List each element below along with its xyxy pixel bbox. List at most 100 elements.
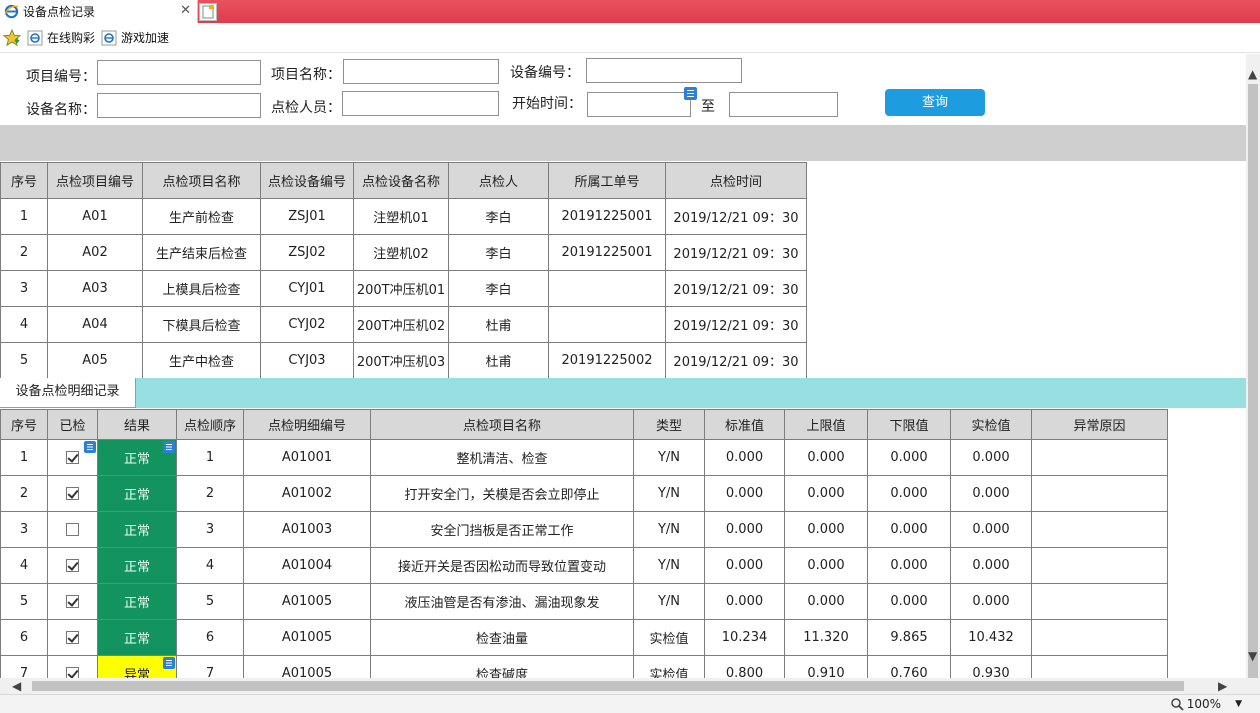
table-cell: 2019/12/21 09：30 [665, 234, 807, 271]
calendar-icon[interactable] [684, 87, 697, 100]
start-time-label: 开始时间： [512, 96, 582, 112]
favorites-bar: 在线购彩 游戏加速 [0, 23, 1260, 53]
table-row[interactable]: 5 A05 生产中检查 CYJ03 200T冲压机03 杜甫 20191225002 2019… [0, 342, 807, 379]
favorite-label: 在线购彩 [47, 31, 96, 45]
table-row[interactable]: 1 A01 生产前检查 ZSJ01 注塑机01 李白 20191225001 2019/12/… [0, 198, 807, 235]
table-cell: A03 [47, 270, 143, 307]
scroll-up-icon[interactable]: ▲ [1248, 68, 1257, 80]
checkbox-checked[interactable] [66, 451, 79, 464]
column-header: 点检设备名称 [353, 162, 449, 199]
table-row[interactable]: 1 正常 1 A01001 整机清洁、检查 Y/N 0.000 0.000 0.000 0.000 [0, 439, 1168, 476]
table-row[interactable]: 4 正常 4 A01004 接近开关是否因松动而导致位置变动 Y/N 0.000 0.000 0… [0, 547, 1168, 584]
table-row[interactable]: 3 正常 3 A01003 安全门挡板是否正常工作 Y/N 0.000 0.000 0.000 0… [0, 511, 1168, 548]
table-row[interactable]: 7 异常 7 A01005 检查碱度 实检值 0.800 0.910 0.760 0.930 [0, 655, 1168, 678]
favorite-item-lottery[interactable]: 在线购彩 [27, 29, 95, 46]
table-row[interactable]: 6 正常 6 A01005 检查油量 实检值 10.234 11.320 9.865 10.432 [0, 619, 1168, 656]
project-code-label: 项目编号： [26, 69, 96, 85]
scroll-down-icon[interactable]: ▼ [1248, 650, 1257, 662]
table-cell: 2019/12/21 09：30 [665, 306, 807, 343]
checked-cell [47, 475, 98, 512]
column-header: 上限值 [784, 409, 868, 440]
table-header-row: 序号 已检 结果 点检顺序 点检明细编号 点检项目名称 类型 标准值 上限值 下限值 实检值 异常原因 [0, 409, 1168, 440]
table-cell: 20191225001 [548, 234, 666, 271]
table-cell: CYJ01 [260, 270, 354, 307]
zoom-dropdown-icon[interactable]: ▼ [1235, 699, 1242, 709]
table-row[interactable]: 4 A04 下模具后检查 CYJ02 200T冲压机02 杜甫 2019/12/21 09：… [0, 306, 807, 343]
tab-inspection-detail[interactable]: 设备点检明细记录 [0, 378, 136, 408]
result-text: 正常 [123, 452, 150, 467]
table-cell: 4 [176, 547, 244, 584]
table-header-row: 序号 点检项目编号 点检项目名称 点检设备编号 点检设备名称 点检人 所属工单号 点检时间 [0, 162, 807, 199]
table-cell: 9.865 [867, 619, 951, 656]
start-time-input[interactable] [587, 92, 691, 117]
page-content: 项目编号： 项目名称： 设备编号： 设备名称： 点检人员： 开始时间： 至 查询… [0, 54, 1246, 678]
table-cell: 李白 [448, 198, 549, 235]
column-header: 所属工单号 [548, 162, 666, 199]
table-cell: ZSJ01 [260, 198, 354, 235]
close-tab-icon[interactable]: ✕ [180, 3, 191, 18]
device-name-label: 设备名称： [26, 102, 96, 118]
table-row[interactable]: 5 正常 5 A01005 液压油管是否有渗油、漏油现象发 Y/N 0.000 0.000 0.… [0, 583, 1168, 620]
table-cell: A01005 [243, 655, 371, 678]
column-header: 序号 [0, 409, 48, 440]
table-cell [1031, 439, 1168, 476]
end-time-input[interactable] [729, 92, 838, 117]
ie-icon [4, 4, 19, 19]
table-cell: Y/N [633, 583, 705, 620]
table-cell [1031, 655, 1168, 678]
scroll-left-icon[interactable]: ◀ [12, 680, 21, 692]
table-cell: 5 [0, 583, 48, 620]
scroll-right-icon[interactable]: ▶ [1218, 680, 1227, 692]
checked-cell [47, 439, 98, 476]
inspection-record-table: 序号 点检项目编号 点检项目名称 点检设备编号 点检设备名称 点检人 所属工单号 点检时间 1… [0, 162, 807, 379]
zoom-control[interactable]: 100% ▼ [1170, 697, 1242, 711]
vertical-scrollbar[interactable]: ▲ ▼ [1246, 54, 1260, 684]
table-cell: 0.800 [704, 655, 785, 678]
browser-tab-active[interactable]: 设备点检记录 ✕ [0, 0, 198, 23]
list-edit-icon[interactable] [163, 441, 175, 453]
project-name-input[interactable] [343, 59, 499, 84]
table-cell [1031, 583, 1168, 620]
table-cell: 打开安全门，关模是否会立即停止 [370, 475, 634, 512]
result-text: 正常 [123, 632, 150, 647]
project-code-input[interactable] [97, 60, 261, 85]
horizontal-scroll-thumb[interactable] [32, 681, 1184, 691]
table-cell: A04 [47, 306, 143, 343]
list-edit-icon[interactable] [84, 441, 96, 453]
table-cell: Y/N [633, 547, 705, 584]
table-cell: 0.910 [784, 655, 868, 678]
checkbox-checked[interactable] [66, 559, 79, 572]
inspector-input[interactable] [342, 91, 499, 116]
table-row[interactable]: 2 A02 生产结束后检查 ZSJ02 注塑机02 李白 20191225001 2019/1… [0, 234, 807, 271]
result-text: 正常 [123, 596, 150, 611]
favorite-item-game-boost[interactable]: 游戏加速 [101, 29, 169, 46]
table-cell: 生产前检查 [142, 198, 261, 235]
checkbox-unchecked[interactable] [66, 523, 79, 536]
horizontal-scrollbar[interactable]: ◀ ▶ [0, 678, 1246, 694]
table-cell: 4 [0, 547, 48, 584]
favorites-star-icon[interactable] [3, 28, 21, 47]
device-code-input[interactable] [586, 58, 742, 83]
table-row[interactable]: 3 A03 上模具后检查 CYJ01 200T冲压机01 李白 2019/12/21 09：… [0, 270, 807, 307]
new-tab-button[interactable] [199, 3, 217, 21]
table-cell: 0.930 [950, 655, 1032, 678]
table-cell: 3 [0, 270, 48, 307]
column-header: 标准值 [704, 409, 785, 440]
table-cell: 0.000 [867, 583, 951, 620]
device-name-input[interactable] [97, 93, 261, 118]
list-edit-icon[interactable] [163, 657, 175, 669]
table-cell: Y/N [633, 511, 705, 548]
table-row[interactable]: 2 正常 2 A01002 打开安全门，关模是否会立即停止 Y/N 0.000 0.000 0.… [0, 475, 1168, 512]
checkbox-checked[interactable] [66, 595, 79, 608]
vertical-scroll-thumb[interactable] [1248, 84, 1258, 684]
query-button[interactable]: 查询 [885, 89, 985, 116]
checkbox-checked[interactable] [66, 631, 79, 644]
checked-cell [47, 655, 98, 678]
table-cell: 0.000 [867, 511, 951, 548]
checkbox-checked[interactable] [66, 487, 79, 500]
checkbox-checked[interactable] [66, 667, 79, 678]
column-header: 结果 [97, 409, 177, 440]
table-cell: A01 [47, 198, 143, 235]
table-cell: 0.000 [950, 547, 1032, 584]
table-cell [548, 270, 666, 307]
